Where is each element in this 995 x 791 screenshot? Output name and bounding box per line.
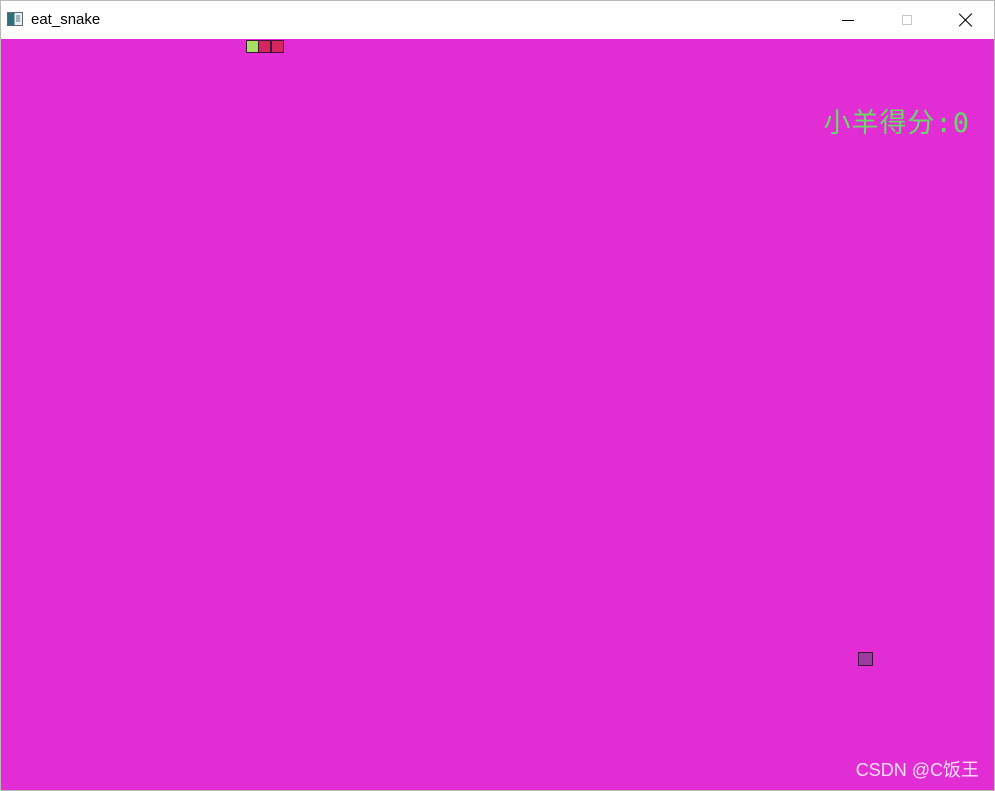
close-button[interactable] [943,1,989,39]
maximize-icon [902,15,912,25]
snake-body-segment [258,40,271,53]
game-canvas[interactable]: 小羊得分:0 CSDN @C饭王 [1,39,994,790]
snake-body-segment [271,40,284,53]
score-display: 小羊得分:0 [823,101,970,140]
app-window-icon[interactable] [7,12,23,26]
title-bar[interactable]: eat_snake [1,1,994,39]
score-value: 0 [952,108,970,139]
food-pellet [858,652,873,666]
window-title: eat_snake [31,11,101,28]
maximize-button[interactable] [884,1,930,39]
score-label: 小羊得分: [823,108,953,139]
minimize-button[interactable] [825,1,871,39]
watermark-text: CSDN @C饭王 [855,760,979,780]
minimize-icon [842,19,854,21]
close-icon [959,13,973,27]
app-window: eat_snake 小羊得分:0 CSDN @C饭王 [0,0,995,791]
